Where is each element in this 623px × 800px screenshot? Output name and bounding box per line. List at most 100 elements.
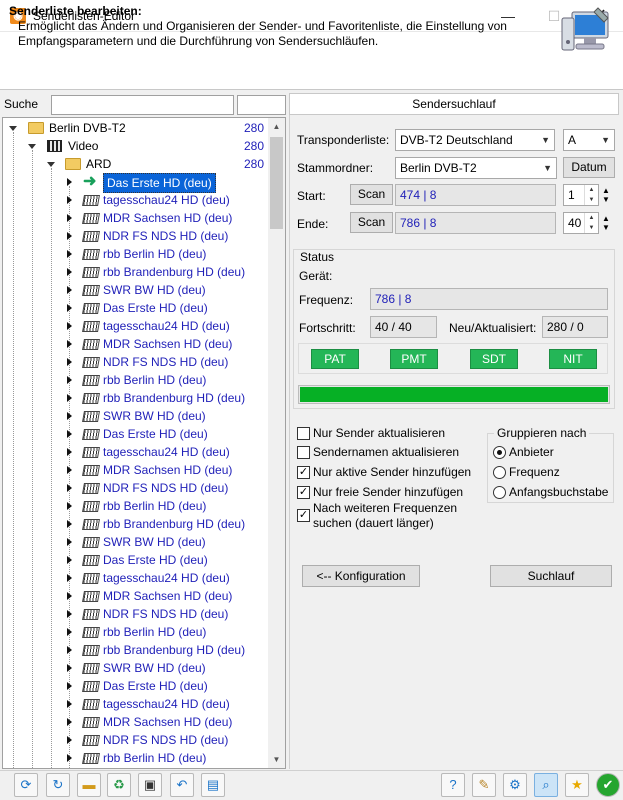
suchlauf-button[interactable]: Suchlauf (490, 565, 612, 587)
datum-button[interactable]: Datum (563, 157, 615, 178)
tree-scrollbar[interactable]: ▲ ▼ (268, 118, 285, 768)
checkbox-nur-freie-sender[interactable]: ✓ (297, 486, 310, 499)
band-select[interactable]: A ▼ (563, 129, 615, 151)
expand-icon[interactable] (67, 466, 72, 474)
channel-row[interactable]: NDR FS NDS HD (deu) (3, 731, 271, 749)
transponder-select[interactable]: DVB-T2 Deutschland ▼ (395, 129, 555, 151)
spin-arrows-icon[interactable]: ▲ ▼ (584, 185, 598, 205)
expand-icon[interactable] (67, 448, 72, 456)
expand-icon[interactable] (67, 304, 72, 312)
channel-row[interactable]: SWR BW HD (deu) (3, 533, 271, 551)
search-filter-input[interactable] (237, 95, 286, 115)
checkbox-nur-sender-aktualisieren[interactable] (297, 427, 310, 440)
spin-arrows-icon[interactable]: ▲ ▼ (584, 213, 598, 233)
ende-spinner-arrows[interactable]: ▲ ▼ (602, 214, 610, 232)
ende-scan-button[interactable]: Scan (350, 212, 393, 233)
tree-ard-row[interactable]: ARD 280 (3, 155, 271, 173)
channel-row[interactable]: rbb Brandenburg HD (deu) (3, 389, 271, 407)
radio-anbieter[interactable] (493, 446, 506, 459)
channel-row[interactable]: rbb Berlin HD (deu) (3, 497, 271, 515)
channel-row[interactable]: MDR Sachsen HD (deu) (3, 209, 271, 227)
channel-row[interactable]: tagesschau24 HD (deu) (3, 443, 271, 461)
favorites-icon[interactable]: ★ (565, 773, 589, 797)
expand-icon[interactable] (67, 538, 72, 546)
channel-row[interactable]: MDR Sachsen HD (deu) (3, 713, 271, 731)
stammordner-select[interactable]: Berlin DVB-T2 ▼ (395, 157, 557, 179)
new-folder-icon[interactable]: ▬ (77, 773, 101, 797)
settings-icon[interactable]: ⚙ (503, 773, 527, 797)
scroll-down-icon[interactable]: ▼ (268, 751, 285, 768)
channel-row[interactable]: rbb Brandenburg HD (deu) (3, 641, 271, 659)
expand-icon[interactable] (67, 268, 72, 276)
expand-icon[interactable] (67, 700, 72, 708)
channel-row[interactable]: SWR BW HD (deu) (3, 407, 271, 425)
expand-icon[interactable] (67, 286, 72, 294)
expand-icon[interactable] (67, 232, 72, 240)
expand-icon[interactable] (67, 574, 72, 582)
scroll-up-icon[interactable]: ▲ (268, 118, 285, 135)
expand-icon[interactable] (67, 196, 72, 204)
tab-sendersuchlauf[interactable]: Sendersuchlauf (289, 93, 619, 115)
channel-row[interactable]: NDR FS NDS HD (deu) (3, 479, 271, 497)
channel-row[interactable]: SWR BW HD (deu) (3, 281, 271, 299)
expand-icon[interactable] (67, 646, 72, 654)
expand-icon[interactable] (67, 736, 72, 744)
channel-row[interactable]: Das Erste HD (deu) (3, 551, 271, 569)
expand-icon[interactable] (67, 322, 72, 330)
channel-row[interactable]: rbb Brandenburg HD (deu) (3, 263, 271, 281)
expand-icon[interactable] (67, 682, 72, 690)
expand-icon[interactable] (67, 340, 72, 348)
channel-row[interactable]: MDR Sachsen HD (deu) (3, 587, 271, 605)
start-spinner[interactable]: 1 ▲ ▼ (563, 184, 599, 206)
recycle-icon[interactable]: ♻ (107, 773, 131, 797)
radio-frequenz[interactable] (493, 466, 506, 479)
channel-row[interactable]: ➜ Das Erste HD (deu) (3, 173, 271, 193)
edit-icon[interactable]: ✎ (472, 773, 496, 797)
search-input[interactable] (51, 95, 234, 115)
channel-row[interactable]: rbb Brandenburg HD (deu) (3, 515, 271, 533)
channel-row[interactable]: rbb Berlin HD (deu) (3, 245, 271, 263)
expand-icon[interactable] (67, 610, 72, 618)
channel-row[interactable]: rbb Berlin HD (deu) (3, 623, 271, 641)
channel-row[interactable]: MDR Sachsen HD (deu) (3, 335, 271, 353)
expand-icon[interactable] (67, 664, 72, 672)
channel-row[interactable]: tagesschau24 HD (deu) (3, 569, 271, 587)
checkbox-sendernamen-aktualisieren[interactable] (297, 446, 310, 459)
checkbox-weitere-frequenzen[interactable]: ✓ (297, 509, 310, 522)
expand-icon[interactable] (67, 754, 72, 762)
checkbox-nur-aktive-sender[interactable]: ✓ (297, 466, 310, 479)
start-spinner-arrows[interactable]: ▲ ▼ (602, 186, 610, 204)
expand-icon[interactable] (9, 126, 17, 131)
expand-icon[interactable] (67, 394, 72, 402)
channel-row[interactable]: SWR BW HD (deu) (3, 659, 271, 677)
channel-row[interactable]: Das Erste HD (deu) (3, 299, 271, 317)
expand-icon[interactable] (67, 628, 72, 636)
start-scan-button[interactable]: Scan (350, 184, 393, 205)
refresh-icon[interactable]: ⟳ (14, 773, 38, 797)
expand-icon[interactable] (67, 502, 72, 510)
expand-icon[interactable] (67, 430, 72, 438)
expand-icon[interactable] (67, 178, 72, 186)
expand-icon[interactable] (28, 144, 36, 149)
channel-row[interactable]: Das Erste HD (deu) (3, 425, 271, 443)
expand-icon[interactable] (67, 556, 72, 564)
expand-icon[interactable] (67, 250, 72, 258)
radio-anfangsbuchstabe[interactable] (493, 486, 506, 499)
expand-icon[interactable] (67, 358, 72, 366)
expand-icon[interactable] (67, 376, 72, 384)
expand-icon[interactable] (67, 214, 72, 222)
save-icon[interactable]: ▣ (138, 773, 162, 797)
channel-row[interactable]: NDR FS NDS HD (deu) (3, 227, 271, 245)
help-icon[interactable]: ? (441, 773, 465, 797)
channel-row[interactable]: MDR Sachsen HD (deu) (3, 461, 271, 479)
channel-row[interactable]: rbb Berlin HD (deu) (3, 749, 271, 767)
expand-icon[interactable] (67, 520, 72, 528)
channel-row[interactable]: tagesschau24 HD (deu) (3, 695, 271, 713)
expand-icon[interactable] (67, 412, 72, 420)
tree-video-row[interactable]: Video 280 (3, 137, 271, 155)
scroll-thumb[interactable] (270, 137, 283, 229)
refresh-all-icon[interactable]: ↻ (46, 773, 70, 797)
expand-icon[interactable] (67, 592, 72, 600)
konfiguration-button[interactable]: <-- Konfiguration (302, 565, 420, 587)
screen-icon[interactable]: ▤ (201, 773, 225, 797)
